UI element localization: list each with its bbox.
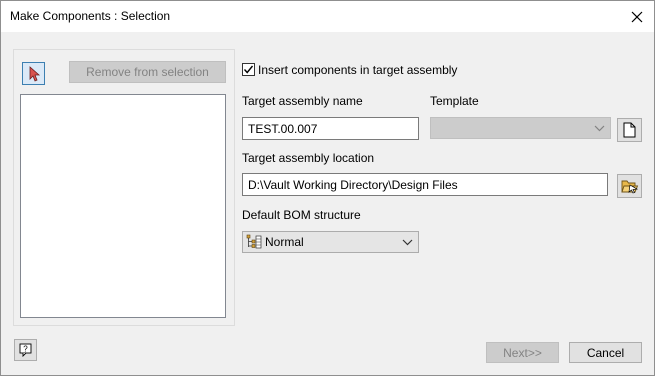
insert-components-checkbox[interactable] (242, 63, 255, 76)
remove-from-selection-button[interactable]: Remove from selection (69, 61, 226, 83)
svg-text:?: ? (23, 345, 28, 354)
bom-structure-value: Normal (265, 235, 304, 249)
browse-location-button[interactable] (617, 174, 642, 198)
template-select[interactable] (430, 117, 611, 139)
assembly-location-input[interactable]: D:\Vault Working Directory\Design Files (242, 173, 608, 196)
close-icon (631, 11, 643, 22)
next-button[interactable]: Next>> (486, 342, 559, 363)
chevron-down-icon (594, 125, 605, 132)
insert-components-label: Insert components in target assembly (258, 63, 458, 77)
browse-folder-icon (620, 180, 638, 194)
help-button[interactable]: ? (14, 339, 37, 361)
bom-structure-label: Default BOM structure (242, 208, 361, 222)
new-template-button[interactable] (617, 118, 642, 142)
checkmark-icon (243, 65, 254, 74)
close-button[interactable] (620, 1, 654, 32)
chevron-down-icon (402, 239, 413, 246)
help-icon: ? (19, 343, 31, 357)
window-title: Make Components : Selection (10, 9, 171, 23)
cursor-arrow-icon (29, 65, 40, 82)
assembly-location-label: Target assembly location (242, 151, 375, 165)
template-label: Template (430, 94, 479, 108)
selection-list[interactable] (20, 94, 226, 318)
make-components-dialog: Make Components : Selection Remove from … (0, 0, 655, 376)
assembly-name-label: Target assembly name (242, 94, 363, 108)
select-tool-button[interactable] (22, 62, 45, 85)
new-document-icon (623, 122, 636, 138)
title-bar: Make Components : Selection (1, 1, 654, 32)
bom-structure-select[interactable]: Normal (242, 231, 419, 253)
bom-structure-icon (246, 234, 262, 249)
assembly-name-input[interactable]: TEST.00.007 (242, 117, 419, 140)
cancel-button[interactable]: Cancel (569, 342, 642, 363)
